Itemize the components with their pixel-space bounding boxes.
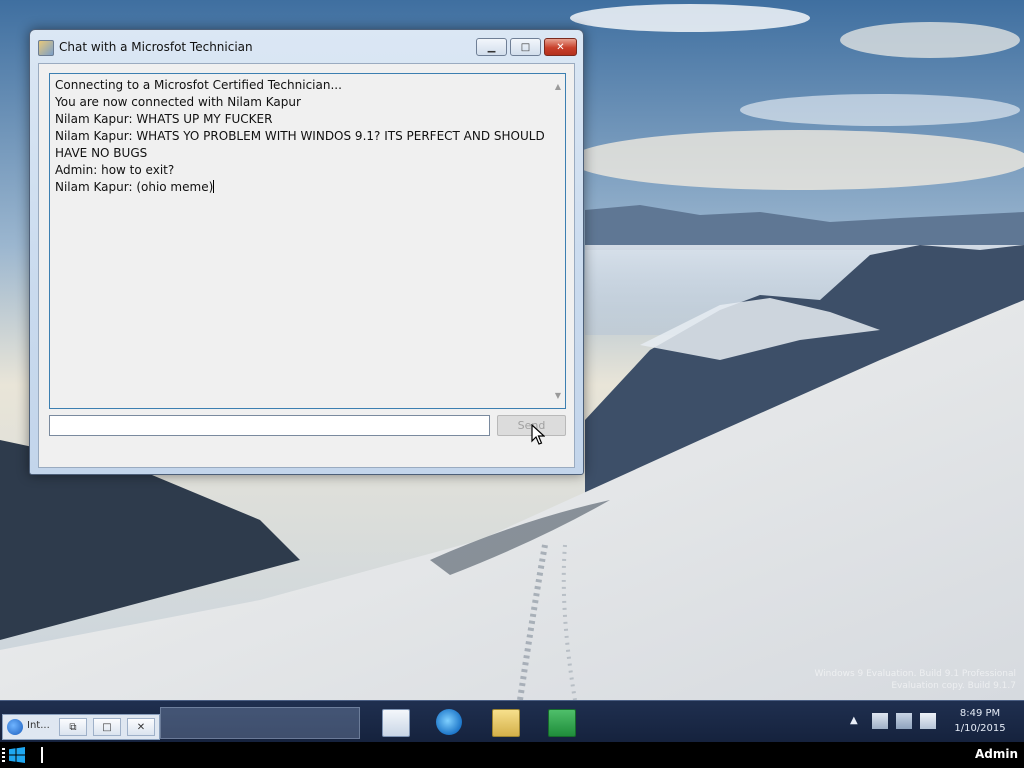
connection-mini-toolbar: Int... ⧉ □ ✕ [2,714,160,740]
mini-toolbar-label[interactable]: Int... [27,720,50,731]
window-title: Chat with a Microsfot Technician [59,40,253,54]
explorer-window-icon[interactable] [382,709,410,737]
window-titlebar[interactable]: Chat with a Microsfot Technician ▁ □ ✕ [30,30,583,63]
maximize-button[interactable]: □ [510,38,541,56]
chat-message: You are now connected with Nilam Kapur [55,95,301,109]
chat-message-text: Nilam Kapur: (ohio meme) [55,180,214,194]
text-caret [213,180,215,193]
chat-message: Admin: how to exit? [55,163,175,177]
restore-icon: ⧉ [69,721,77,733]
internet-explorer-icon [7,719,23,735]
chat-message: Nilam Kapur: WHATS UP MY FUCKER [55,112,273,126]
file-explorer-icon[interactable] [492,709,520,737]
taskbar-clock[interactable]: 8:49 PM 1/10/2015 [944,706,1016,736]
internet-explorer-icon[interactable] [436,709,462,735]
chat-message-last: Nilam Kapur: (ohio meme) [55,179,545,196]
minimize-button[interactable]: ▁ [476,38,507,56]
message-input[interactable] [49,415,490,436]
network-icon[interactable] [896,713,912,729]
drag-handle-icon[interactable] [2,748,5,762]
minimize-icon: ▁ [487,41,496,53]
maximize-button[interactable]: □ [93,718,121,736]
user-name[interactable]: Admin [975,747,1018,761]
watermark-line-2: Evaluation copy. Build 9.1.7 [891,681,1016,691]
text-caret [41,747,43,763]
desktop-watermark: Windows 9 Evaluation. Build 9.1 Professi… [814,668,1016,692]
scroll-up-icon[interactable]: ▲ [555,78,561,95]
close-button[interactable]: ✕ [544,38,577,56]
clock-date: 1/10/2015 [954,723,1006,734]
chat-message: Connecting to a Microsfot Certified Tech… [55,78,342,92]
windows-logo-icon [9,747,25,763]
chat-log[interactable]: Connecting to a Microsfot Certified Tech… [49,73,566,409]
restore-button[interactable]: ⧉ [59,718,87,736]
watermark-line-1: Windows 9 Evaluation. Build 9.1 Professi… [814,669,1016,679]
volume-icon[interactable] [920,713,936,729]
show-hidden-icons-icon[interactable]: ▲ [850,715,858,726]
maximize-icon: □ [520,41,531,53]
bottom-bar: Admin [0,742,1024,768]
store-icon[interactable] [548,709,576,737]
close-icon: ✕ [136,721,146,733]
close-icon: ✕ [556,41,565,53]
scroll-down-icon[interactable]: ▼ [555,387,561,404]
mouse-cursor-icon [531,424,545,445]
start-button[interactable] [9,747,25,763]
chat-message: Nilam Kapur: WHATS YO PROBLEM WITH WINDO… [55,129,549,160]
action-center-icon[interactable] [872,713,888,729]
chat-app-icon [38,40,54,56]
window-client-area: Connecting to a Microsfot Certified Tech… [38,63,575,468]
taskbar-search-box[interactable] [160,707,360,739]
chat-window: Chat with a Microsfot Technician ▁ □ ✕ C… [29,29,584,475]
maximize-icon: □ [102,721,112,733]
close-button[interactable]: ✕ [127,718,155,736]
clock-time: 8:49 PM [959,708,1001,719]
